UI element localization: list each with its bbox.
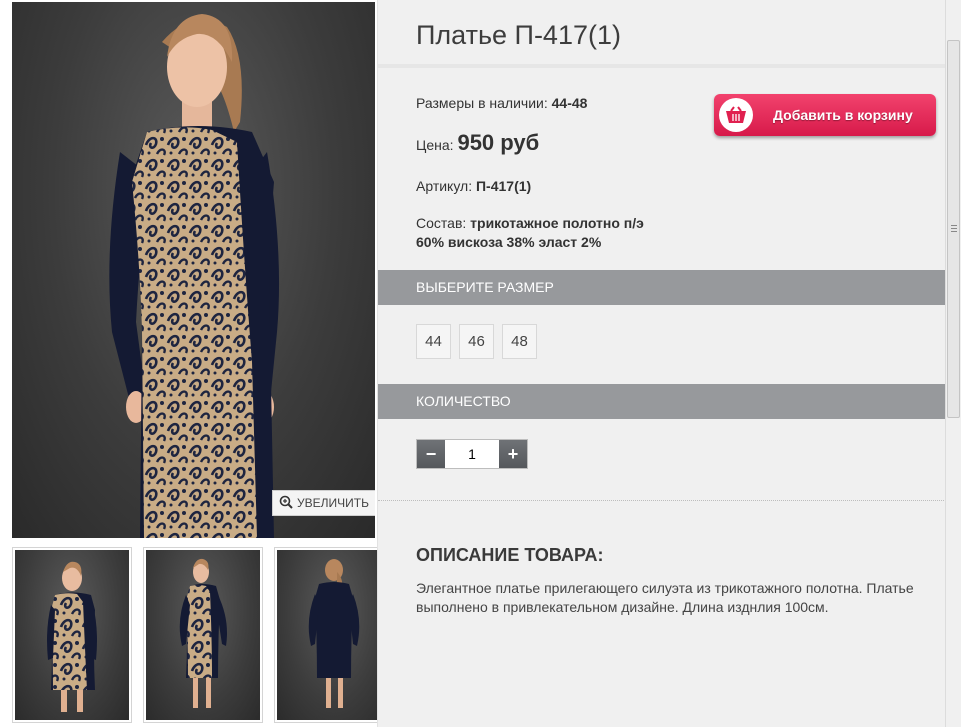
size-option[interactable]: 44 bbox=[416, 324, 451, 359]
basket-icon bbox=[719, 98, 753, 132]
price: Цена: 950 руб bbox=[416, 130, 539, 156]
add-to-cart-label: Добавить в корзину bbox=[773, 107, 913, 123]
page-title: Платье П-417(1) bbox=[416, 20, 621, 50]
composition-label: Состав: bbox=[416, 215, 467, 231]
composition: Состав: трикотажное полотно п/э 60% виск… bbox=[416, 214, 644, 252]
sizes-available: Размеры в наличии: 44-48 bbox=[416, 95, 587, 111]
zoom-label: УВЕЛИЧИТЬ bbox=[297, 496, 369, 510]
article-value: П-417(1) bbox=[475, 178, 532, 194]
quantity-decrease-button[interactable]: − bbox=[417, 440, 445, 468]
scrollbar-thumb[interactable] bbox=[947, 40, 960, 418]
thumbnail-front[interactable] bbox=[12, 547, 132, 723]
description-heading: ОПИСАНИЕ ТОВАРА: bbox=[416, 545, 604, 565]
title-bar: Платье П-417(1) bbox=[378, 0, 946, 68]
article-label: Артикул: bbox=[416, 178, 473, 194]
sizes-label: Размеры в наличии: bbox=[416, 95, 548, 111]
composition-value-2: 60% вискоза 38% эласт 2% bbox=[416, 234, 602, 250]
product-info-panel: Платье П-417(1) Размеры в наличии: 44-48… bbox=[377, 0, 946, 727]
sizes-value: 44-48 bbox=[551, 95, 588, 111]
magnifier-plus-icon bbox=[279, 495, 293, 512]
size-options: 44 46 48 bbox=[416, 324, 537, 359]
description-text: Элегантное платье прилегающего силуэта и… bbox=[416, 580, 914, 615]
grip-icon bbox=[951, 225, 957, 233]
price-label: Цена: bbox=[416, 137, 454, 153]
size-option[interactable]: 48 bbox=[502, 324, 537, 359]
thumbnail-back[interactable] bbox=[274, 547, 394, 723]
quantity-increase-button[interactable]: + bbox=[499, 440, 527, 468]
thumbnail-front-full[interactable] bbox=[143, 547, 263, 723]
quantity-input[interactable] bbox=[445, 440, 499, 468]
zoom-button[interactable]: УВЕЛИЧИТЬ bbox=[272, 490, 375, 516]
size-option[interactable]: 46 bbox=[459, 324, 494, 359]
composition-value-1: трикотажное полотно п/э bbox=[470, 215, 644, 231]
product-main-photo[interactable]: УВЕЛИЧИТЬ bbox=[12, 2, 375, 538]
quantity-section-heading: КОЛИЧЕСТВО bbox=[378, 384, 946, 419]
page-scrollbar[interactable] bbox=[945, 0, 961, 727]
quantity-stepper: − + bbox=[416, 439, 528, 469]
price-value: 950 руб bbox=[457, 130, 540, 155]
thumbnail-strip bbox=[12, 547, 394, 723]
add-to-cart-button[interactable]: Добавить в корзину bbox=[714, 94, 936, 136]
size-section-heading: ВЫБЕРИТЕ РАЗМЕР bbox=[378, 270, 946, 305]
article: Артикул: П-417(1) bbox=[416, 178, 531, 194]
divider bbox=[378, 500, 946, 501]
model-photo bbox=[109, 14, 280, 538]
